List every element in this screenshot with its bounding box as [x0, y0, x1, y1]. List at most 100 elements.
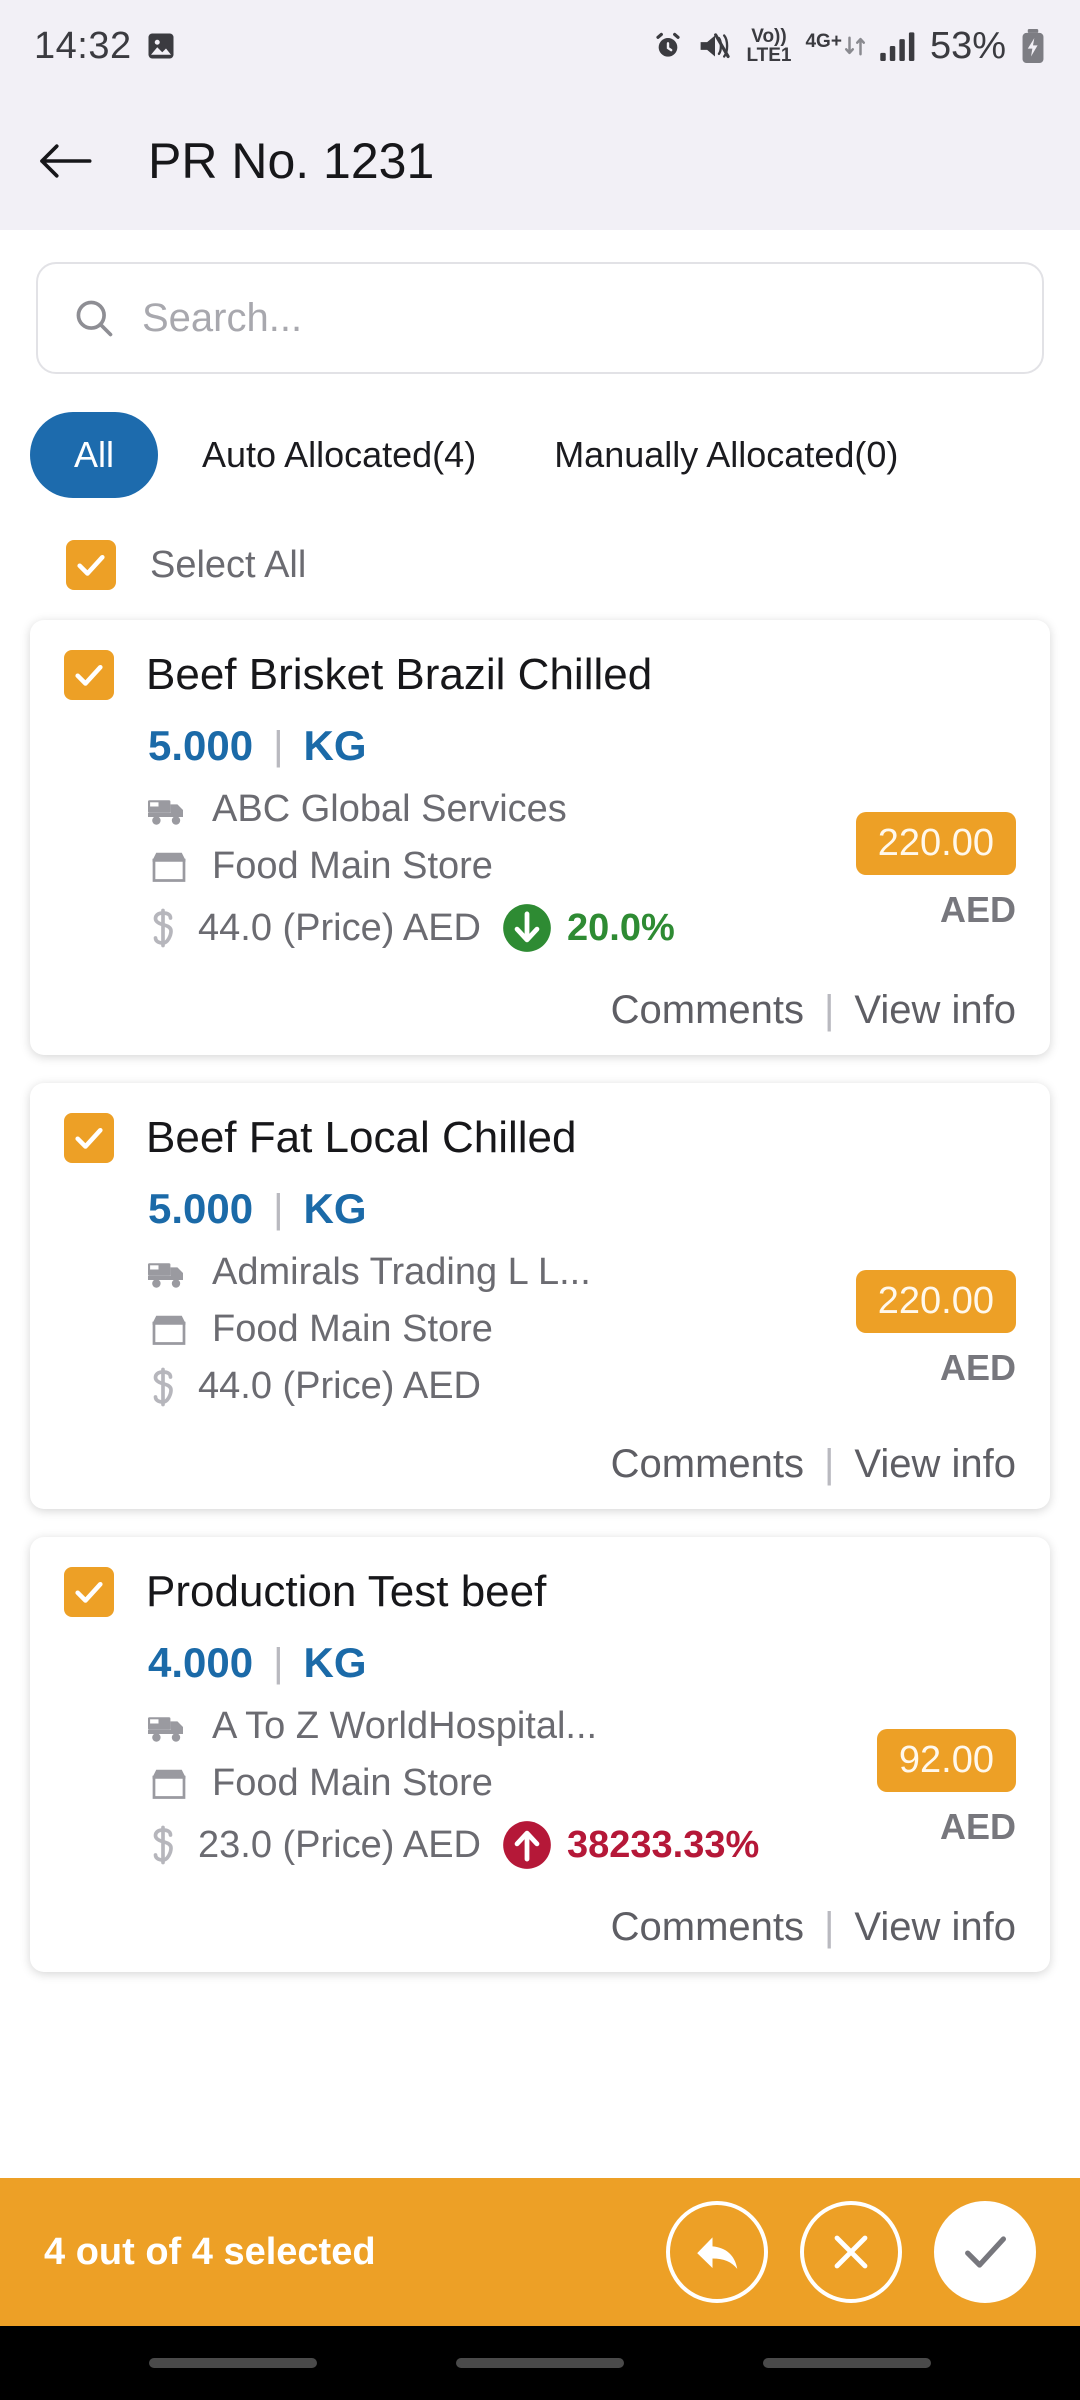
comments-link[interactable]: Comments: [611, 1442, 804, 1487]
price-text: 23.0 (Price) AED: [198, 1823, 481, 1866]
check-icon: [75, 1127, 103, 1149]
view-info-link[interactable]: View info: [854, 988, 1016, 1033]
arrow-up-circle-icon: [503, 1821, 551, 1869]
comments-link[interactable]: Comments: [611, 1905, 804, 1950]
store-row: Food Main Store: [148, 845, 786, 888]
arrow-left-icon: [40, 144, 92, 178]
page-title: PR No. 1231: [148, 133, 435, 189]
phone-screen: 14:32 Vo)) LTE1 4G+ 53% PR No. 1231 Sear…: [0, 0, 1080, 2400]
price-change: 38233.33%: [501, 1819, 759, 1871]
check-icon: [965, 2236, 1007, 2268]
store-row: Food Main Store: [148, 1762, 786, 1805]
supplier-name: A To Z WorldHospital...: [212, 1705, 598, 1747]
item-checkbox[interactable]: [64, 1567, 114, 1617]
app-bar: PR No. 1231: [0, 92, 1080, 230]
amount-badge: 92.00: [876, 1728, 1016, 1792]
footer-separator: |: [824, 1442, 835, 1486]
item-quantity-row: 5.000 | KG: [64, 700, 1016, 770]
truck-icon: [148, 1716, 183, 1742]
list-item[interactable]: Production Test beef 4.000 | KG A To Z W…: [30, 1537, 1050, 1972]
back-button[interactable]: [36, 132, 94, 190]
tab-manually-allocated[interactable]: Manually Allocated(0): [520, 412, 932, 498]
battery-charging-icon: [1020, 29, 1046, 63]
truck-icon: [148, 799, 183, 825]
list-item[interactable]: Beef Fat Local Chilled 5.000 | KG Admira…: [30, 1083, 1050, 1509]
check-icon: [75, 664, 103, 686]
store-icon: [152, 1769, 186, 1799]
item-unit: KG: [303, 1639, 367, 1686]
store-row: Food Main Store: [148, 1308, 786, 1351]
search-input[interactable]: [142, 295, 1008, 341]
item-details: ABC Global Services Food Main Store 44.0…: [64, 770, 1016, 954]
item-header: Production Test beef: [64, 1567, 1016, 1617]
item-footer: Comments | View info: [64, 1871, 1016, 1950]
store-name: Food Main Store: [212, 1762, 493, 1804]
truck-icon: [148, 1262, 183, 1288]
price-row: 44.0 (Price) AED 20.0%: [148, 902, 786, 954]
list-item[interactable]: Beef Brisket Brazil Chilled 5.000 | KG A…: [30, 620, 1050, 1055]
check-icon: [75, 1581, 103, 1603]
store-name: Food Main Store: [212, 1308, 493, 1350]
item-header: Beef Fat Local Chilled: [64, 1113, 1016, 1163]
footer-separator: |: [824, 1905, 835, 1949]
search-box[interactable]: [36, 262, 1044, 374]
item-quantity-row: 4.000 | KG: [64, 1617, 1016, 1687]
price-text: 44.0 (Price) AED: [198, 1365, 481, 1407]
reply-button[interactable]: [666, 2201, 768, 2303]
item-checkbox[interactable]: [64, 650, 114, 700]
tab-auto-allocated[interactable]: Auto Allocated(4): [168, 412, 510, 498]
selection-status: 4 out of 4 selected: [44, 2230, 376, 2273]
item-amount-block: 220.00 AED: [786, 788, 1016, 954]
network-4gplus-icon: 4G+: [805, 32, 865, 60]
check-icon: [77, 554, 105, 576]
nav-recents-pill[interactable]: [149, 2358, 318, 2368]
supplier-name: Admirals Trading L L...: [212, 1251, 591, 1293]
amount-currency: AED: [939, 1347, 1016, 1388]
item-quantity: 5.000: [148, 1185, 254, 1232]
view-info-link[interactable]: View info: [854, 1442, 1016, 1487]
price-change: 20.0%: [501, 902, 675, 954]
supplier-row: Admirals Trading L L...: [148, 1251, 786, 1294]
item-quantity: 4.000: [148, 1639, 254, 1686]
item-details: A To Z WorldHospital... Food Main Store: [64, 1687, 1016, 1871]
supplier-name: ABC Global Services: [212, 788, 567, 830]
supplier-row: A To Z WorldHospital...: [148, 1705, 786, 1748]
item-amount-block: 220.00 AED: [786, 1251, 1016, 1408]
item-list: Beef Brisket Brazil Chilled 5.000 | KG A…: [0, 620, 1080, 1972]
tab-all[interactable]: All: [30, 412, 159, 498]
store-icon: [152, 1315, 186, 1345]
item-quantity-row: 5.000 | KG: [64, 1163, 1016, 1233]
item-checkbox[interactable]: [64, 1113, 114, 1163]
nav-home-pill[interactable]: [455, 2358, 624, 2368]
select-all-checkbox[interactable]: [66, 540, 116, 590]
item-details-left: ABC Global Services Food Main Store 44.0…: [148, 788, 786, 954]
cancel-button[interactable]: [800, 2201, 902, 2303]
confirm-button[interactable]: [934, 2201, 1036, 2303]
view-info-link[interactable]: View info: [854, 1905, 1016, 1950]
supplier-row: ABC Global Services: [148, 788, 786, 831]
status-bar-right: Vo)) LTE1 4G+ 53%: [652, 25, 1046, 68]
item-unit: KG: [303, 1185, 367, 1232]
item-header: Beef Brisket Brazil Chilled: [64, 650, 1016, 700]
comments-link[interactable]: Comments: [611, 988, 804, 1033]
image-icon: [146, 31, 176, 61]
battery-percent: 53%: [929, 24, 1006, 67]
price-row: 23.0 (Price) AED 38233.33%: [148, 1819, 786, 1871]
main-content: All Auto Allocated(4) Manually Allocated…: [0, 230, 1080, 2400]
dollar-icon: [153, 1367, 173, 1406]
item-footer: Comments | View info: [64, 954, 1016, 1033]
price-change-percent: 20.0%: [567, 906, 675, 949]
store-icon: [152, 852, 186, 882]
quantity-separator: |: [273, 1186, 284, 1231]
status-bar-left: 14:32: [34, 25, 176, 68]
status-time: 14:32: [34, 24, 132, 67]
quantity-separator: |: [273, 1640, 284, 1685]
bottom-actions: [666, 2201, 1036, 2303]
nav-back-pill[interactable]: [762, 2358, 931, 2368]
select-all-row[interactable]: Select All: [0, 498, 1080, 620]
dollar-icon: [153, 1825, 173, 1865]
item-quantity: 5.000: [148, 722, 254, 769]
amount-badge: 220.00: [855, 811, 1016, 875]
footer-separator: |: [824, 988, 835, 1032]
store-name: Food Main Store: [212, 845, 493, 887]
